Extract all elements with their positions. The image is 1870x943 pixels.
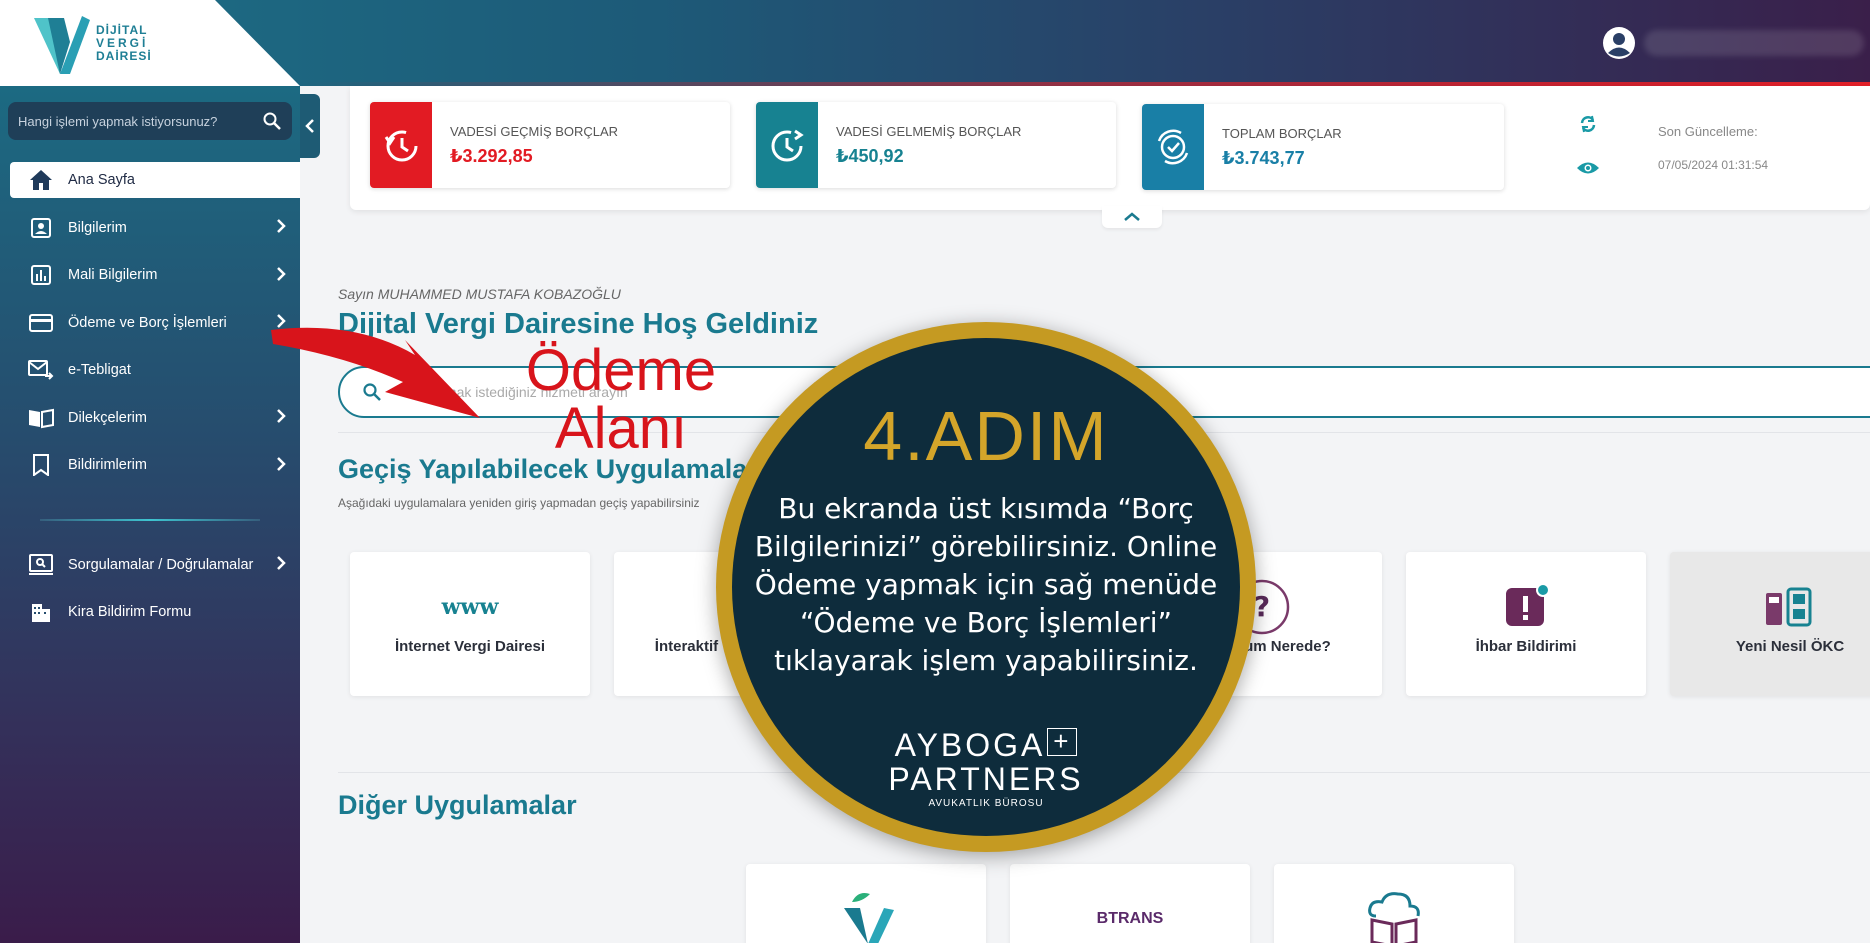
chevron-right-icon (277, 456, 286, 471)
credit-card-icon (28, 310, 54, 336)
not-due-label: VADESİ GELMEMİŞ BORÇLAR (836, 124, 1022, 139)
svg-text:?: ? (1254, 590, 1270, 623)
home-icon (28, 167, 54, 193)
cloud-book-icon (1368, 892, 1420, 943)
sidebar-item-mali-bilgilerim[interactable]: Mali Bilgilerim (0, 252, 300, 300)
app-card-ihbar-bildirimi[interactable]: İhbar Bildirimi (1406, 552, 1646, 696)
sidebar-item-ana-sayfa[interactable]: Ana Sayfa (10, 162, 300, 198)
user-name-blurred (1644, 30, 1864, 56)
sidebar-item-label: Bildirimlerim (68, 457, 147, 474)
brand-subtitle: AVUKATLIK BÜROSU (928, 798, 1044, 809)
sidebar-item-label: e-Tebligat (68, 362, 131, 379)
chevron-right-icon (277, 556, 286, 570)
not-due-debts-card[interactable]: VADESİ GELMEMİŞ BORÇLAR ₺450,92 (756, 102, 1116, 188)
not-due-amount: ₺450,92 (836, 146, 904, 166)
overdue-amount: ₺3.292,85 (450, 146, 533, 166)
step-callout-inner: 4.ADIM Bu ekranda üst kısımda “Borç Bilg… (732, 338, 1240, 836)
sidebar-item-odeme-ve-borc[interactable]: Ödeme ve Borç İşlemleri (0, 299, 300, 347)
sidebar-item-label: Ödeme ve Borç İşlemleri (68, 314, 227, 331)
sidebar-item-e-tebligat[interactable]: e-Tebligat (0, 347, 300, 395)
overdue-debts-card[interactable]: VADESİ GEÇMİŞ BORÇLAR ₺3.292,85 (370, 102, 730, 188)
logo-text: DİJİTAL VERGİ DAİRESİ (96, 23, 152, 63)
total-debts-card[interactable]: TOPLAM BORÇLAR ₺3.743,77 (1142, 104, 1504, 190)
sidebar-item-dilekcelerim[interactable]: Dilekçelerim (0, 394, 300, 442)
app-name: Yeni Nesil ÖKC (1735, 638, 1845, 655)
building-icon (28, 599, 54, 625)
user-account-icon[interactable] (1602, 26, 1636, 60)
total-check-icon (1142, 104, 1204, 190)
apps-section-title: Geçiş Yapılabilecek Uygulamalar (338, 454, 758, 484)
logo-area[interactable]: DİJİTAL VERGİ DAİRESİ (0, 0, 300, 86)
www-icon: www (441, 594, 499, 620)
mail-send-icon (28, 357, 54, 383)
bar-chart-icon (28, 262, 54, 288)
debt-summary-panel: VADESİ GEÇMİŞ BORÇLAR ₺3.292,85 VADESİ G… (350, 86, 1870, 210)
last-update-label: Son Güncelleme: (1658, 124, 1758, 139)
sidebar-nav: Ana Sayfa Bilgilerim Mali Bilgilerim Öde… (0, 162, 300, 636)
pos-device-icon (1670, 582, 1870, 632)
dvd-logo-icon (34, 16, 90, 74)
brand-partners: PARTNERS (888, 761, 1084, 797)
sidebar-item-sorgulamalar[interactable]: Sorgulamalar / Doğrulamalar (0, 541, 300, 589)
btrans-icon: BTRANS (1096, 910, 1164, 927)
sidebar-item-bilgilerim[interactable]: Bilgilerim (0, 204, 300, 252)
sidebar-search-input[interactable]: Hangi işlemi yapmak istiyorsunuz? (8, 102, 292, 140)
chevron-right-icon (277, 266, 286, 281)
collapse-summary-button[interactable] (1102, 206, 1162, 228)
step-title: 4.ADIM (863, 397, 1109, 475)
book-open-icon (28, 405, 54, 431)
refresh-icon[interactable] (1578, 114, 1598, 134)
app-card-yeni-nesil-okc[interactable]: Yeni Nesil ÖKC (1670, 552, 1870, 696)
other-apps-title: Diğer Uygulamalar (338, 790, 577, 820)
app-name: İnternet Vergi Dairesi (394, 638, 546, 655)
sidebar-item-label: Ana Sayfa (68, 172, 135, 188)
sidebar-item-label: Dilekçelerim (68, 409, 147, 426)
total-label: TOPLAM BORÇLAR (1222, 126, 1342, 141)
step-description: Bu ekranda üst kısımda “Borç Bilgilerini… (754, 492, 1218, 677)
chevron-right-icon (277, 219, 286, 233)
app-card-internet-vergi-dairesi[interactable]: www İnternet Vergi Dairesi (350, 552, 590, 696)
chevron-up-icon (1124, 212, 1140, 221)
sidebar: Hangi işlemi yapmak istiyorsunuz? Ana Sa… (0, 86, 300, 943)
sidebar-item-label: Mali Bilgilerim (68, 267, 158, 284)
total-amount: ₺3.743,77 (1222, 148, 1305, 168)
other-app-card-btrans[interactable]: BTRANS (1010, 864, 1250, 943)
sidebar-item-bildirimlerim[interactable]: Bildirimlerim (0, 442, 300, 490)
sidebar-item-label: Kira Bildirim Formu (68, 604, 192, 621)
app-name: İhbar Bildirimi (1475, 638, 1577, 655)
brand-logo: AYBOGA + PARTNERS AVUKATLIK BÜROSU (732, 728, 1240, 809)
odeme-alani-annotation: Ödeme Alanı (525, 338, 717, 461)
id-card-icon (28, 215, 54, 241)
step-callout: 4.ADIM Bu ekranda üst kısımda “Borç Bilg… (716, 322, 1256, 852)
other-app-card-cloud-book[interactable] (1274, 864, 1514, 943)
last-update-date: 07/05/2024 01:31:54 (1658, 158, 1769, 172)
sidebar-item-kira-bildirim[interactable]: Kira Bildirim Formu (0, 589, 300, 637)
overdue-label: VADESİ GEÇMİŞ BORÇLAR (450, 124, 619, 139)
brand-plus: + (1047, 728, 1078, 756)
upcoming-clock-icon (756, 102, 818, 188)
top-header: DİJİTAL VERGİ DAİRESİ (0, 0, 1870, 86)
brand-name: AYBOGA (894, 727, 1046, 763)
monitor-search-icon (28, 552, 54, 578)
overdue-clock-icon (370, 102, 432, 188)
v-leaf-logo-icon (844, 893, 894, 943)
search-icon[interactable] (262, 111, 282, 131)
red-arrow-annotation (271, 327, 480, 418)
other-app-card-v-leaf[interactable] (746, 864, 986, 943)
alert-icon (1406, 582, 1646, 632)
eye-icon[interactable] (1576, 160, 1600, 176)
bookmark-icon (28, 452, 54, 478)
sidebar-item-label: Sorgulamalar / Doğrulamalar (68, 556, 254, 573)
sidebar-divider (40, 519, 260, 521)
sidebar-item-label: Bilgilerim (68, 219, 127, 236)
apps-section-subtitle: Aşağıdaki uygulamalara yeniden giriş yap… (338, 496, 700, 510)
